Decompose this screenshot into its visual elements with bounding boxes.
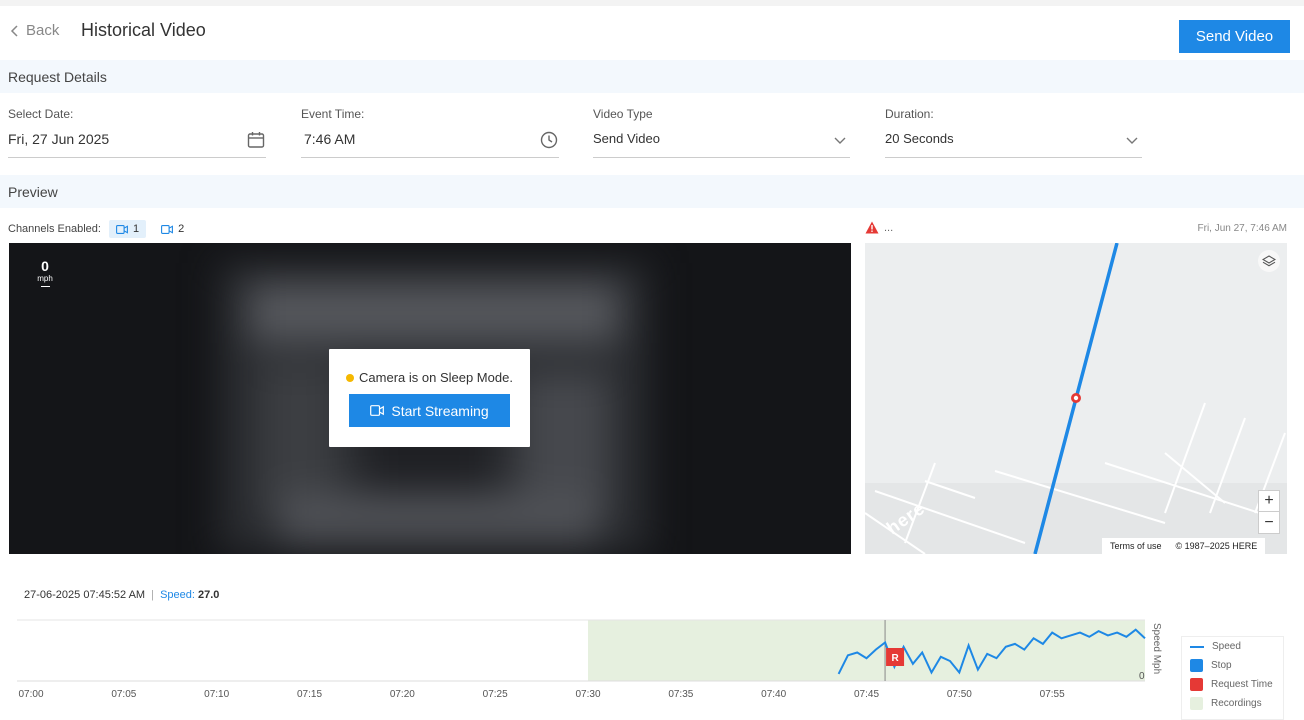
duration-underline — [885, 157, 1142, 158]
chevron-down-icon[interactable] — [1122, 130, 1142, 150]
request-details-header: Request Details — [0, 60, 1304, 93]
event-time-value: 7:46 AM — [304, 131, 356, 147]
timeline-speed-label: Speed: — [160, 589, 195, 601]
map-roads — [865, 243, 1287, 554]
channels-row: Channels Enabled: 1 2 — [8, 220, 191, 238]
zoom-in-button[interactable]: + — [1259, 491, 1279, 512]
x-tick-label: 07:20 — [390, 689, 415, 700]
chart-legend: Speed Stop Request Time Recordings — [1181, 636, 1284, 720]
event-time-field[interactable]: Event Time: 7:46 AM — [301, 103, 559, 159]
date-field[interactable]: Select Date: Fri, 27 Jun 2025 — [8, 103, 266, 159]
x-tick-label: 07:45 — [854, 689, 879, 700]
top-bar: Back Historical Video Send Video — [0, 0, 1304, 60]
speed-dash — [40, 286, 50, 287]
channel-2-label: 2 — [178, 223, 185, 235]
map-alert: ... — [865, 221, 893, 234]
timeline-datetime: 27-06-2025 07:45:52 AM — [24, 589, 146, 601]
speed-unit: mph — [37, 274, 53, 283]
back-button[interactable]: Back — [10, 22, 59, 39]
start-streaming-label: Start Streaming — [391, 402, 489, 419]
map-footer: Terms of use © 1987–2025 HERE — [1102, 538, 1266, 554]
zoom-out-button[interactable]: − — [1259, 512, 1279, 533]
channel-2-button[interactable]: 2 — [154, 220, 191, 238]
send-video-button[interactable]: Send Video — [1179, 20, 1290, 53]
map-zoom-control: + − — [1258, 490, 1280, 534]
request-marker-label: R — [891, 653, 899, 664]
legend-swatch — [1190, 645, 1204, 648]
event-time-underline — [301, 157, 559, 158]
y-axis-title: Speed Mph — [1151, 623, 1162, 674]
video-type-label: Video Type — [593, 107, 653, 121]
x-tick-label: 07:30 — [575, 689, 600, 700]
video-camera-icon — [370, 405, 385, 416]
duration-select[interactable]: Duration: 20 Seconds — [885, 103, 1142, 159]
video-type-select[interactable]: Video Type Send Video — [593, 103, 850, 159]
legend-item[interactable]: Recordings — [1182, 694, 1283, 713]
status-dot-icon — [346, 373, 355, 382]
video-camera-icon — [116, 224, 128, 234]
speed-overlay: 0 mph — [30, 259, 60, 287]
legend-swatch — [1190, 697, 1203, 710]
calendar-icon[interactable] — [246, 130, 266, 150]
x-tick-label: 07:55 — [1040, 689, 1065, 700]
back-label: Back — [26, 22, 60, 39]
speed-timeline-chart[interactable]: R 07:00 07:05 07:10 07:15 07:20 07:25 07:30 07:3… — [0, 615, 1304, 720]
video-type-underline — [593, 157, 850, 158]
legend-label: Stop — [1211, 660, 1232, 671]
timeline-separator: | — [151, 589, 155, 601]
x-tick-label: 07:15 — [297, 689, 322, 700]
terms-of-use-link[interactable]: Terms of use — [1110, 541, 1162, 551]
map-layers-button[interactable] — [1258, 250, 1280, 272]
sleep-mode-card: Camera is on Sleep Mode. Start Streaming — [329, 349, 530, 447]
preview-header: Preview — [0, 175, 1304, 208]
timeline-speed-value: 27.0 — [198, 589, 220, 601]
legend-label: Request Time — [1211, 679, 1273, 690]
recordings-band — [588, 620, 1145, 681]
x-tick-label: 07:00 — [18, 689, 43, 700]
date-label: Select Date: — [8, 107, 74, 121]
x-tick-label: 07:50 — [947, 689, 972, 700]
chevron-left-icon — [10, 24, 18, 37]
legend-item[interactable]: Request Time — [1182, 675, 1283, 694]
map-timestamp: Fri, Jun 27, 7:46 AM — [1197, 223, 1288, 234]
event-time-label: Event Time: — [301, 107, 365, 121]
warning-icon — [865, 221, 879, 234]
legend-label: Recordings — [1211, 698, 1262, 709]
sleep-mode-text: Camera is on Sleep Mode. — [359, 370, 513, 385]
map-view[interactable]: here + − Terms of use © 1987–2025 HERE — [865, 243, 1287, 554]
start-streaming-button[interactable]: Start Streaming — [349, 394, 510, 427]
x-tick-label: 07:05 — [111, 689, 136, 700]
sleep-mode-message: Camera is on Sleep Mode. — [329, 370, 530, 385]
map-copyright: © 1987–2025 HERE — [1175, 541, 1258, 551]
x-tick-label: 07:40 — [761, 689, 786, 700]
x-tick-label: 07:10 — [204, 689, 229, 700]
date-underline — [8, 157, 266, 158]
layers-icon — [1262, 255, 1276, 267]
duration-label: Duration: — [885, 107, 934, 121]
duration-value: 20 Seconds — [885, 131, 954, 146]
x-tick-label: 07:25 — [483, 689, 508, 700]
alert-text: ... — [884, 221, 894, 234]
x-tick-label: 07:35 — [668, 689, 693, 700]
date-value: Fri, 27 Jun 2025 — [8, 131, 110, 147]
y-min-label: 0 — [1139, 671, 1145, 682]
legend-swatch — [1190, 659, 1203, 672]
timeline-info: 27-06-2025 07:45:52 AM | Speed: 27.0 — [24, 589, 219, 601]
channel-1-button[interactable]: 1 — [108, 220, 147, 238]
page-title: Historical Video — [81, 20, 206, 40]
speed-value: 0 — [41, 258, 49, 274]
video-camera-icon — [161, 224, 174, 234]
video-type-value: Send Video — [593, 131, 660, 146]
clock-icon[interactable] — [539, 130, 559, 150]
legend-label: Speed — [1212, 641, 1241, 652]
legend-item[interactable]: Speed — [1182, 637, 1283, 656]
legend-item[interactable]: Stop — [1182, 656, 1283, 675]
channels-label: Channels Enabled: — [8, 223, 101, 235]
legend-swatch — [1190, 678, 1203, 691]
channel-1-label: 1 — [132, 223, 140, 235]
chevron-down-icon[interactable] — [830, 130, 850, 150]
